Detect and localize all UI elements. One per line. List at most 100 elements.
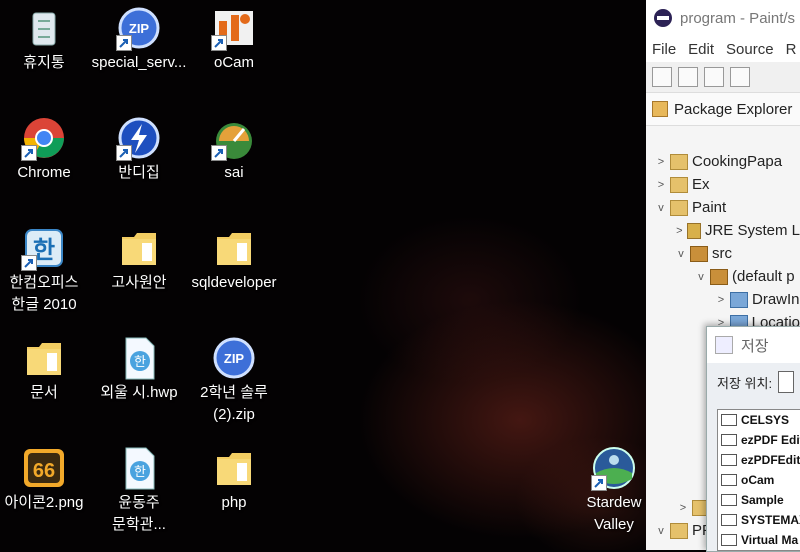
shortcut-arrow-icon: [211, 35, 227, 51]
shortcut-arrow-icon: [116, 145, 132, 161]
folder-icon: [721, 434, 737, 446]
desktop-icon[interactable]: ZIP 2학년 솔루 (2).zip: [186, 335, 282, 425]
save-all-icon[interactable]: [704, 67, 724, 87]
expand-arrow-icon[interactable]: >: [654, 156, 668, 168]
project-icon: [670, 522, 688, 539]
desktop-icon-label: sqldeveloper: [191, 274, 277, 291]
folder-name: SYSTEMAX: [741, 513, 800, 527]
sai-icon: [211, 115, 257, 161]
desktop-icon[interactable]: 반디집: [91, 115, 187, 183]
desktop-icon-label: Chrome: [17, 164, 71, 181]
folder-list-item[interactable]: Sample: [718, 490, 800, 510]
svg-text:ZIP: ZIP: [224, 351, 245, 366]
tree-row[interactable]: v Paint: [646, 196, 800, 219]
tree-row[interactable]: > DrawIn: [646, 288, 800, 311]
collapse-arrow-icon[interactable]: v: [694, 271, 708, 283]
desktop-icon[interactable]: 66 아이콘2.png: [0, 445, 92, 513]
desktop-icon[interactable]: oCam: [186, 5, 282, 73]
folder-icon: [21, 335, 67, 381]
desktop-icon-label: oCam: [213, 54, 254, 71]
tree-row[interactable]: > Ex: [646, 173, 800, 196]
desktop-icon[interactable]: 한 윤동주 문학관...: [91, 445, 187, 535]
menu-file[interactable]: File: [652, 41, 676, 58]
desktop-icon-label: 외울 시.hwp: [100, 384, 178, 401]
tree-row[interactable]: v PF: [646, 519, 714, 542]
folder-list-item[interactable]: Virtual Ma: [718, 530, 800, 550]
desktop-icon-label: php: [221, 494, 247, 511]
save-location-label: 저장 위치:: [717, 375, 773, 391]
folder-name: Virtual Ma: [741, 533, 799, 547]
desktop-icon[interactable]: Chrome: [0, 115, 92, 183]
desktop-icon-label: special_serv...: [91, 54, 187, 71]
folder-name: ezPDF Edit: [741, 433, 800, 447]
tree-label: DrawIn: [752, 291, 800, 308]
shortcut-arrow-icon: [211, 145, 227, 161]
project-icon: [670, 153, 688, 170]
tree-row[interactable]: v (default p: [646, 265, 800, 288]
expand-arrow-icon[interactable]: >: [676, 502, 690, 514]
chrome-icon: [21, 115, 67, 161]
desktop-icon[interactable]: ZIP special_serv...: [91, 5, 187, 73]
desktop-icon[interactable]: 고사원안: [91, 225, 187, 293]
svg-text:한: 한: [134, 464, 146, 479]
new-icon[interactable]: [652, 67, 672, 87]
menu-refactor[interactable]: R: [786, 41, 797, 58]
desktop-icon-label: (2).zip: [213, 406, 255, 423]
desktop-icon[interactable]: sai: [186, 115, 282, 183]
debug-icon[interactable]: [730, 67, 750, 87]
folder-list: CELSYS ezPDF Edit ezPDFEdito oCam Sample SYST…: [717, 409, 800, 551]
save-icon[interactable]: [678, 67, 698, 87]
java-icon: [715, 336, 733, 354]
desktop-icon-label: 휴지통: [23, 54, 65, 71]
package-icon: [710, 268, 728, 285]
ocam-icon: [211, 5, 257, 51]
tree-row[interactable]: >: [646, 496, 714, 519]
folder-list-item[interactable]: ezPDF Edit: [718, 430, 800, 450]
hwp-document-icon: 한: [116, 445, 162, 491]
desktop-icon[interactable]: 문서: [0, 335, 92, 403]
folder-name: Sample: [741, 493, 784, 507]
collapse-arrow-icon[interactable]: v: [654, 525, 668, 537]
desktop-icon[interactable]: 휴지통: [0, 5, 92, 73]
desktop-icon-label: 아이콘2.png: [4, 494, 84, 511]
png-image-icon: 66: [21, 445, 67, 491]
desktop-icon-label: 한글 2010: [11, 296, 77, 313]
java-file-icon: [730, 291, 748, 308]
zip-archive-icon: ZIP: [211, 335, 257, 381]
stardew-valley-icon: [591, 445, 637, 491]
desktop-icon-label: 윤동주: [118, 494, 160, 511]
project-tree: > CookingPapa > Ex v Paint > JRE System Lv src v(…: [646, 150, 800, 334]
desktop-icon[interactable]: 한외울 시.hwp: [91, 335, 187, 403]
menu-bar: File Edit Source R: [646, 36, 800, 62]
folder-list-item[interactable]: ezPDFEdito: [718, 450, 800, 470]
expand-arrow-icon[interactable]: >: [714, 294, 728, 306]
menu-source[interactable]: Source: [726, 41, 774, 58]
folder-list-item[interactable]: SYSTEMAX: [718, 510, 800, 530]
tree-row[interactable]: > CookingPapa: [646, 150, 800, 173]
save-location-combo[interactable]: [778, 371, 795, 393]
folder-list-item[interactable]: CELSYS: [718, 410, 800, 430]
menu-edit[interactable]: Edit: [688, 41, 714, 58]
tree-label: JRE System L: [704, 222, 800, 239]
desktop-icon-label: 문서: [30, 384, 58, 401]
svg-text:ZIP: ZIP: [129, 21, 150, 36]
desktop-icon[interactable]: php: [186, 445, 282, 513]
desktop-icon[interactable]: sqldeveloper: [186, 225, 282, 293]
shortcut-arrow-icon: [21, 255, 37, 271]
desktop-icon[interactable]: 한 한컴오피스 한글 2010: [0, 225, 92, 315]
package-explorer-tab[interactable]: Package Explorer: [646, 93, 800, 126]
eclipse-title-bar: program - Paint/s: [646, 0, 800, 36]
tree-label: src: [712, 245, 732, 262]
folder-name: ezPDFEdito: [741, 453, 800, 467]
expand-arrow-icon[interactable]: >: [674, 225, 685, 237]
desktop-icon-label: sai: [224, 164, 244, 181]
folder-list-item[interactable]: oCam: [718, 470, 800, 490]
folder-icon: [721, 474, 737, 486]
svg-text:한: 한: [134, 354, 146, 369]
tree-row[interactable]: > JRE System L: [646, 219, 800, 242]
tree-row[interactable]: v src: [646, 242, 800, 265]
collapse-arrow-icon[interactable]: v: [674, 248, 688, 260]
desktop-icon-label: 2학년 솔루: [200, 384, 268, 401]
collapse-arrow-icon[interactable]: v: [654, 202, 668, 214]
expand-arrow-icon[interactable]: >: [654, 179, 668, 191]
